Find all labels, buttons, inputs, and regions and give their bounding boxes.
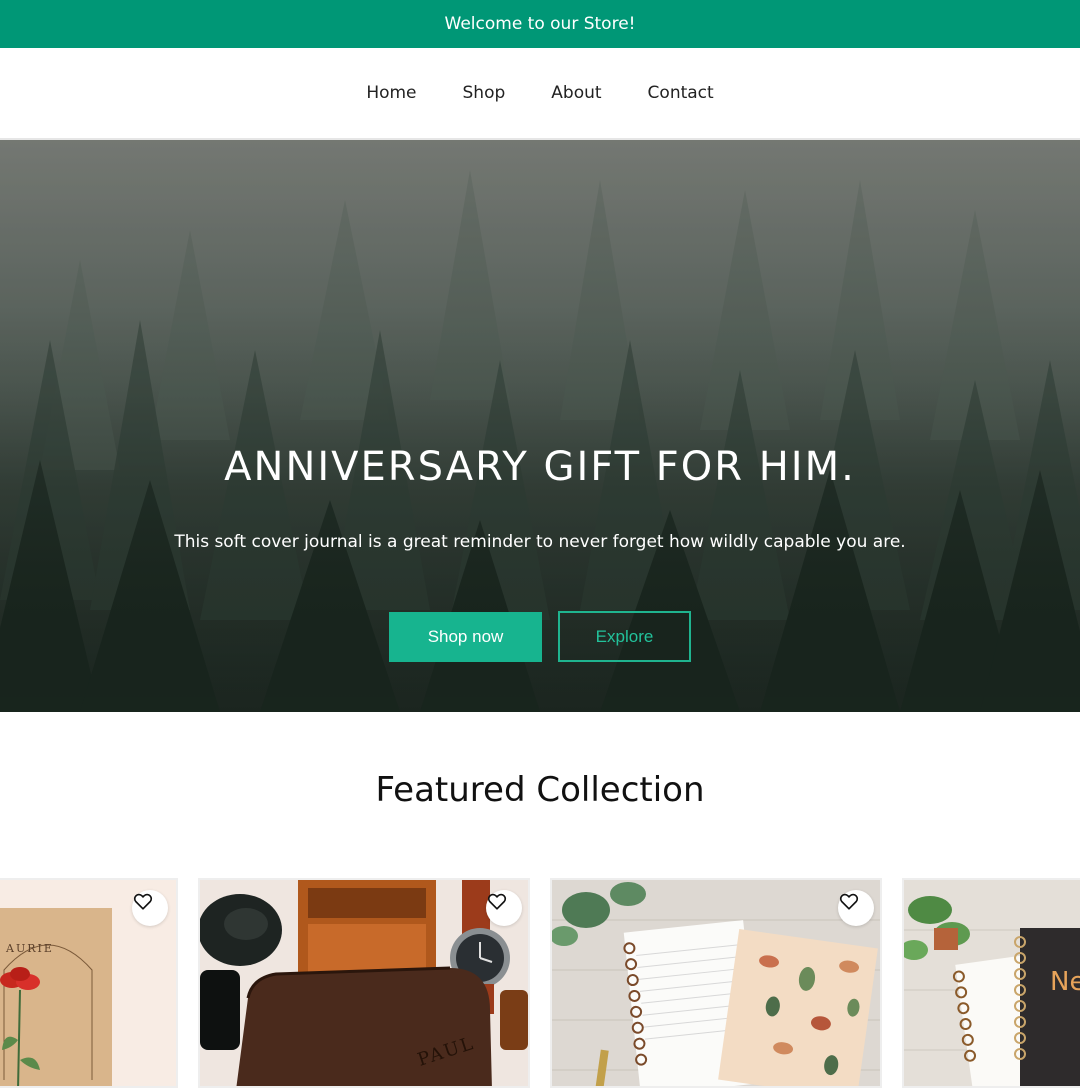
nav-item-contact[interactable]: Contact [648,83,714,103]
nav-item-home[interactable]: Home [366,83,416,103]
product-card-1[interactable]: AURIE [0,878,178,1088]
leather-wallet-image: PAUL [200,880,528,1086]
notebook-cover-text: Nev for how ca [1050,967,1080,997]
announcement-text: Welcome to our Store! [444,14,636,34]
heart-icon [487,893,507,910]
product-card-4[interactable]: Nev for how ca [902,878,1080,1088]
wishlist-button[interactable] [132,890,168,926]
featured-collection-title: Featured Collection [375,770,705,810]
nav-item-about[interactable]: About [551,83,601,103]
wishlist-button[interactable] [838,890,874,926]
main-nav: Home Shop About Contact [0,48,1080,140]
product-card-2[interactable]: PAUL [198,878,530,1088]
heart-icon [839,893,859,910]
explore-button[interactable]: Explore [558,611,691,662]
product-card-3[interactable] [550,878,882,1088]
wishlist-button[interactable] [486,890,522,926]
heart-icon [1044,890,1066,912]
nav-item-shop[interactable]: Shop [463,83,506,103]
botanical-card-text: AURIE [5,942,54,955]
heart-icon [133,893,153,910]
announcement-bar: Welcome to our Store! [0,0,1080,48]
floral-notebooks-image [552,880,880,1086]
hero-title: ANNIVERSARY GIFT FOR HIM. [224,444,856,490]
hero-subtitle: This soft cover journal is a great remin… [174,532,906,552]
hero-banner: ANNIVERSARY GIFT FOR HIM. This soft cove… [0,140,1080,712]
shop-now-button[interactable]: Shop now [389,612,542,662]
